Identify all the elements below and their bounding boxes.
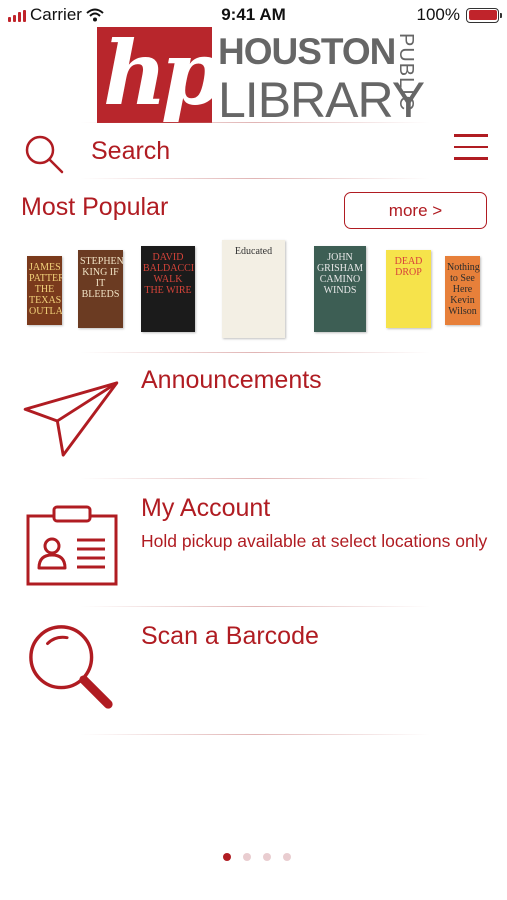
divider xyxy=(80,352,430,353)
page-dot[interactable] xyxy=(242,853,251,861)
logo-mark: hpl xyxy=(97,27,212,123)
divider xyxy=(80,478,430,479)
announcements-item[interactable]: Announcements xyxy=(0,360,507,475)
page-dot[interactable] xyxy=(282,853,291,861)
library-logo: hpl HOUSTON LIBRARY PUBLIC xyxy=(97,27,425,128)
divider xyxy=(80,734,430,735)
book-cover[interactable]: JAMES PATTERSON THE TEXAS OUTLAW xyxy=(27,256,62,325)
logo-houston: HOUSTON xyxy=(218,31,396,72)
logo-public: PUBLIC xyxy=(395,33,417,112)
logo-wordmark: HOUSTON LIBRARY PUBLIC xyxy=(218,27,425,128)
book-cover[interactable]: DEAD DROP xyxy=(386,250,431,328)
magnifier-icon xyxy=(29,625,113,709)
battery-icon xyxy=(466,7,502,23)
search-icon[interactable] xyxy=(23,133,65,175)
announcements-title: Announcements xyxy=(141,366,322,394)
more-button[interactable]: more > xyxy=(344,192,487,229)
page-indicator[interactable] xyxy=(0,853,507,861)
book-cover[interactable]: STEPHEN KING IF IT BLEEDS xyxy=(78,250,123,328)
logo-mark-text: hpl xyxy=(103,27,212,123)
my-account-subtitle: Hold pickup available at select location… xyxy=(141,531,488,551)
battery-percent: 100% xyxy=(416,5,460,24)
divider xyxy=(80,178,430,179)
book-cover[interactable]: Nothing to See Here Kevin Wilson xyxy=(445,256,480,325)
popular-books-carousel[interactable]: JAMES PATTERSON THE TEXAS OUTLAW STEPHEN… xyxy=(0,240,507,340)
menu-icon[interactable] xyxy=(454,134,488,164)
scan-barcode-title: Scan a Barcode xyxy=(141,622,319,650)
status-bar: Carrier 9:41 AM 100% xyxy=(0,0,507,30)
book-cover[interactable]: Educated xyxy=(222,240,285,338)
search-input[interactable]: Search xyxy=(91,137,170,166)
id-card-icon xyxy=(26,505,118,586)
divider xyxy=(80,122,430,123)
search-bar[interactable]: Search xyxy=(0,127,507,177)
paper-plane-icon xyxy=(23,381,119,457)
divider xyxy=(80,606,430,607)
page-dot[interactable] xyxy=(262,853,271,861)
book-cover[interactable]: JOHN GRISHAM CAMINO WINDS xyxy=(314,246,366,332)
scan-barcode-item[interactable]: Scan a Barcode xyxy=(0,614,507,729)
my-account-item[interactable]: My Account Hold pickup available at sele… xyxy=(0,488,507,603)
my-account-title: My Account xyxy=(141,494,271,522)
most-popular-heading: Most Popular xyxy=(21,193,169,221)
page-dot[interactable] xyxy=(222,853,231,861)
book-cover[interactable]: DAVID BALDACCI WALK THE WIRE xyxy=(141,246,195,332)
status-right: 100% xyxy=(416,5,502,25)
